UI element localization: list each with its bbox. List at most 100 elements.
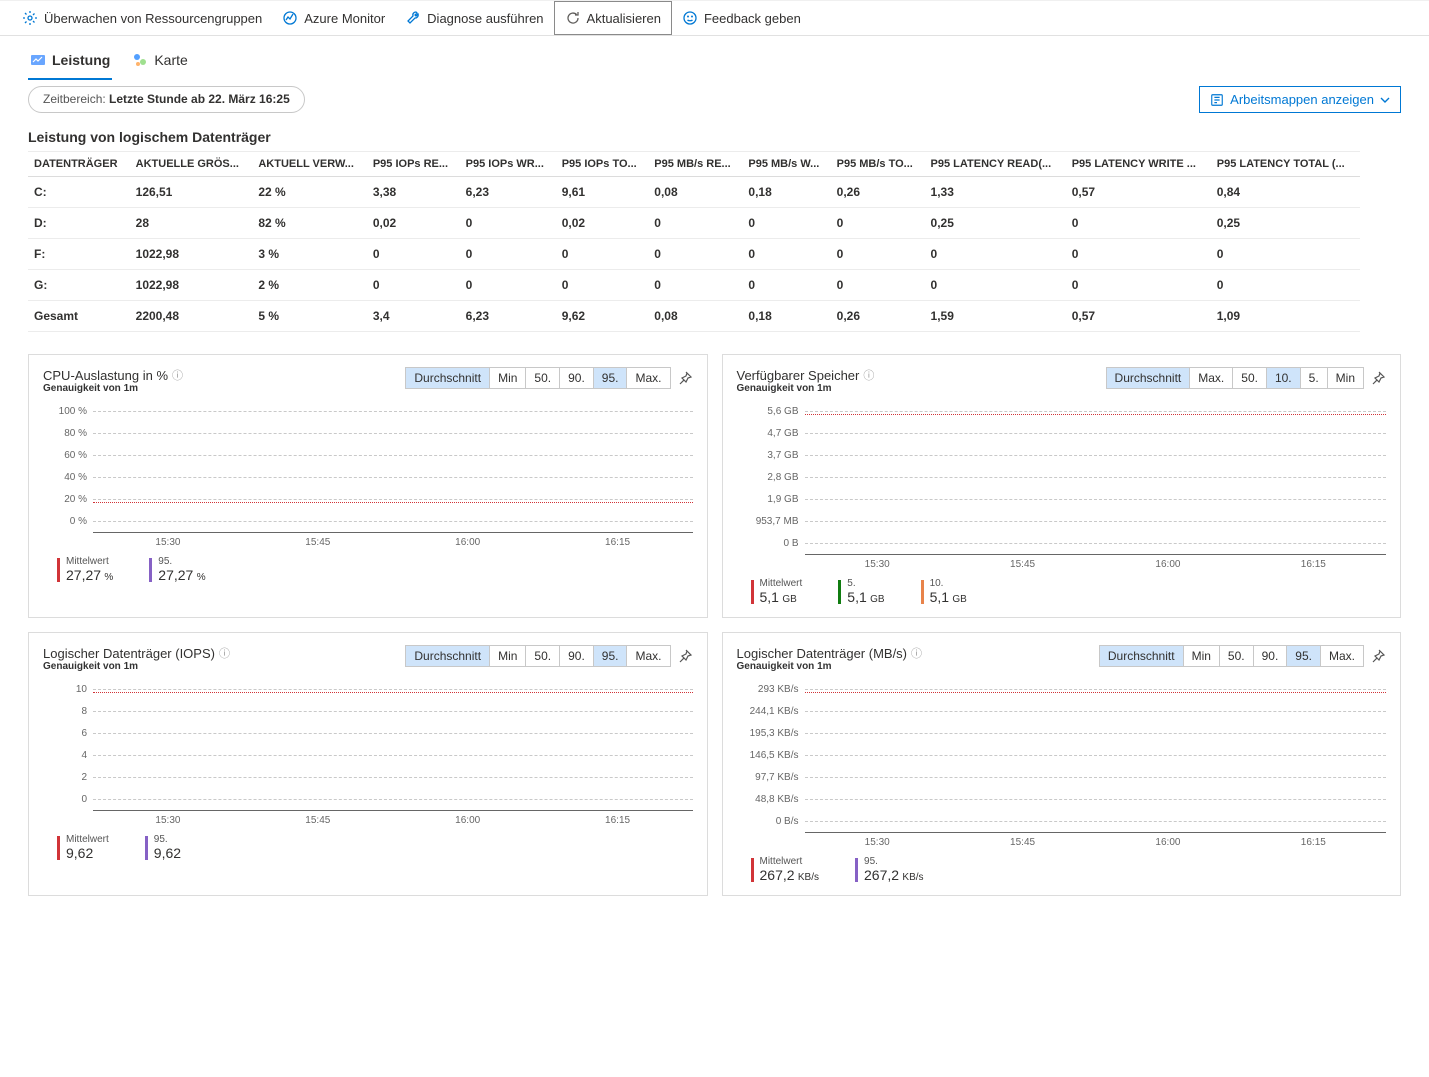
- table-row[interactable]: C:126,5122 %3,386,239,610,080,180,261,33…: [28, 177, 1360, 208]
- col-header[interactable]: P95 LATENCY WRITE ...: [1066, 152, 1211, 177]
- col-header[interactable]: P95 MB/s W...: [742, 152, 830, 177]
- seg-option[interactable]: 90.: [1254, 646, 1288, 666]
- seg-option[interactable]: Min: [490, 646, 526, 666]
- cell: 0: [367, 239, 460, 270]
- col-header[interactable]: P95 IOPs RE...: [367, 152, 460, 177]
- cell: 126,51: [130, 177, 253, 208]
- col-header[interactable]: P95 MB/s RE...: [648, 152, 742, 177]
- percentile-toggle: DurchschnittMax.50.10.5.Min: [1106, 367, 1364, 389]
- legend-value: 5,1: [760, 589, 779, 605]
- cell: 0: [1066, 239, 1211, 270]
- y-tick: 40 %: [43, 472, 93, 483]
- seg-option[interactable]: 50.: [1233, 368, 1267, 388]
- seg-option[interactable]: 95.: [1287, 646, 1321, 666]
- cell: 0: [460, 239, 556, 270]
- chart-legend: Mittelwert 9,62 95. 9,62: [57, 834, 693, 861]
- seg-option[interactable]: Min: [1184, 646, 1220, 666]
- col-header[interactable]: DATENTRÄGER: [28, 152, 130, 177]
- seg-option[interactable]: Max.: [1190, 368, 1233, 388]
- col-header[interactable]: AKTUELL VERW...: [252, 152, 366, 177]
- x-tick: 15:45: [950, 555, 1095, 570]
- cmd-refresh[interactable]: Aktualisieren: [554, 1, 672, 35]
- cell: 0: [831, 239, 925, 270]
- legend-swatch: [838, 580, 841, 604]
- wrench-icon: [405, 10, 421, 26]
- chart-card: Logischer Datenträger (IOPS) ⓘ Genauigke…: [28, 632, 708, 896]
- cell: 0: [831, 208, 925, 239]
- legend-item[interactable]: 95. 267,2 KB/s: [855, 856, 924, 883]
- y-tick: 3,7 GB: [737, 450, 805, 461]
- legend-unit: KB/s: [798, 872, 819, 883]
- col-header[interactable]: P95 LATENCY TOTAL (...: [1211, 152, 1360, 177]
- legend-item[interactable]: 5. 5,1 GB: [838, 578, 884, 605]
- seg-option[interactable]: 95.: [594, 368, 628, 388]
- tab-performance[interactable]: Leistung: [28, 46, 112, 80]
- legend-item[interactable]: Mittelwert 9,62: [57, 834, 109, 861]
- legend-item[interactable]: Mittelwert 27,27 %: [57, 556, 113, 583]
- info-icon[interactable]: ⓘ: [911, 645, 922, 661]
- seg-option[interactable]: Max.: [627, 646, 669, 666]
- seg-option[interactable]: 50.: [526, 646, 560, 666]
- legend-name: 95.: [864, 856, 924, 867]
- y-tick: 60 %: [43, 450, 93, 461]
- pin-icon[interactable]: [1370, 370, 1386, 386]
- legend-item[interactable]: Mittelwert 5,1 GB: [751, 578, 803, 605]
- chart-plot: 100 %80 %60 %40 %20 %0 %15:3015:4516:001…: [43, 400, 693, 548]
- seg-option[interactable]: 90.: [560, 368, 594, 388]
- y-tick: 97,7 KB/s: [737, 772, 805, 783]
- seg-option[interactable]: Max.: [1321, 646, 1363, 666]
- cmd-feedback[interactable]: Feedback geben: [672, 1, 811, 35]
- y-tick: 146,5 KB/s: [737, 750, 805, 761]
- y-tick: 195,3 KB/s: [737, 728, 805, 739]
- seg-option[interactable]: Max.: [627, 368, 669, 388]
- col-header[interactable]: P95 MB/s TO...: [831, 152, 925, 177]
- cmd-azure-monitor[interactable]: Azure Monitor: [272, 1, 395, 35]
- col-header[interactable]: P95 IOPs TO...: [556, 152, 649, 177]
- pin-icon[interactable]: [677, 648, 693, 664]
- seg-option[interactable]: 5.: [1301, 368, 1328, 388]
- info-icon[interactable]: ⓘ: [863, 367, 874, 383]
- chart-card: CPU-Auslastung in % ⓘ Genauigkeit von 1m…: [28, 354, 708, 618]
- chart-subtitle: Genauigkeit von 1m: [43, 383, 183, 394]
- y-tick: 0 %: [43, 516, 93, 527]
- legend-item[interactable]: 10. 5,1 GB: [921, 578, 967, 605]
- legend-item[interactable]: 95. 27,27 %: [149, 556, 205, 583]
- seg-option[interactable]: 50.: [526, 368, 560, 388]
- cmd-diagnose[interactable]: Diagnose ausführen: [395, 1, 553, 35]
- info-icon[interactable]: ⓘ: [219, 645, 230, 661]
- legend-swatch: [751, 580, 754, 604]
- seg-option[interactable]: Durchschnitt: [1107, 368, 1191, 388]
- pin-icon[interactable]: [677, 370, 693, 386]
- col-header[interactable]: AKTUELLE GRÖS...: [130, 152, 253, 177]
- col-header[interactable]: P95 IOPs WR...: [460, 152, 556, 177]
- col-header[interactable]: P95 LATENCY READ(...: [925, 152, 1066, 177]
- cell: C:: [28, 177, 130, 208]
- cell: 0,84: [1211, 177, 1360, 208]
- pin-icon[interactable]: [1370, 648, 1386, 664]
- seg-option[interactable]: Min: [1328, 368, 1363, 388]
- seg-option[interactable]: Durchschnitt: [406, 646, 490, 666]
- table-row[interactable]: Gesamt2200,485 %3,46,239,620,080,180,261…: [28, 301, 1360, 332]
- x-tick: 15:45: [243, 533, 393, 548]
- cell: 0,02: [367, 208, 460, 239]
- table-row[interactable]: G:1022,982 %000000000: [28, 270, 1360, 301]
- seg-option[interactable]: Durchschnitt: [1100, 646, 1184, 666]
- tab-map[interactable]: Karte: [130, 46, 189, 80]
- seg-option[interactable]: 95.: [594, 646, 628, 666]
- table-row[interactable]: D:2882 %0,0200,020000,2500,25: [28, 208, 1360, 239]
- legend-item[interactable]: 95. 9,62: [145, 834, 181, 861]
- seg-option[interactable]: 50.: [1220, 646, 1254, 666]
- time-range-pill[interactable]: Zeitbereich: Letzte Stunde ab 22. März 1…: [28, 86, 305, 113]
- seg-option[interactable]: Durchschnitt: [406, 368, 490, 388]
- cell: 0: [742, 208, 830, 239]
- cmd-monitor-rg[interactable]: Überwachen von Ressourcengruppen: [12, 1, 272, 35]
- legend-item[interactable]: Mittelwert 267,2 KB/s: [751, 856, 820, 883]
- cell: 22 %: [252, 177, 366, 208]
- cell: 6,23: [460, 177, 556, 208]
- seg-option[interactable]: 10.: [1267, 368, 1301, 388]
- show-workbooks-button[interactable]: Arbeitsmappen anzeigen: [1199, 86, 1401, 113]
- seg-option[interactable]: 90.: [560, 646, 594, 666]
- seg-option[interactable]: Min: [490, 368, 526, 388]
- info-icon[interactable]: ⓘ: [172, 367, 183, 383]
- table-row[interactable]: F:1022,983 %000000000: [28, 239, 1360, 270]
